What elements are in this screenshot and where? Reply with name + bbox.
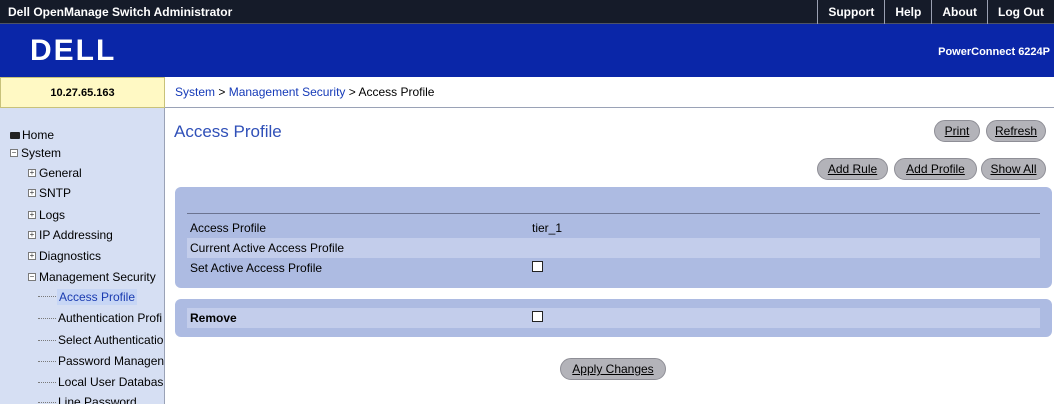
tree-item-system[interactable]: − System <box>10 146 61 160</box>
expand-icon[interactable]: + <box>28 231 36 239</box>
tree-item-authentication-profile[interactable]: Authentication Profi <box>58 311 162 325</box>
tree-connector <box>38 296 56 297</box>
set-active-checkbox[interactable] <box>532 261 543 272</box>
logout-link[interactable]: Log Out <box>987 0 1054 24</box>
remove-panel: Remove <box>175 299 1052 337</box>
dell-logo: DELL <box>30 34 117 67</box>
device-ip: 10.27.65.163 <box>0 77 165 108</box>
top-bar: Dell OpenManage Switch Administrator Sup… <box>0 0 1054 24</box>
remove-label: Remove <box>190 311 237 325</box>
help-link[interactable]: Help <box>884 0 931 24</box>
remove-checkbox[interactable] <box>532 311 543 322</box>
add-rule-button[interactable]: Add Rule <box>817 158 888 180</box>
tree-item-ip-addressing[interactable]: + IP Addressing <box>28 228 113 242</box>
app-title: Dell OpenManage Switch Administrator <box>8 5 233 19</box>
set-active-label: Set Active Access Profile <box>190 261 323 275</box>
home-icon <box>10 131 20 139</box>
collapse-icon[interactable]: − <box>10 149 18 157</box>
tree-connector <box>38 318 56 319</box>
breadcrumb-system[interactable]: System <box>175 85 215 99</box>
tree-item-access-profile[interactable]: Access Profile <box>57 289 138 305</box>
breadcrumb: System > Management Security > Access Pr… <box>165 77 1054 108</box>
tree-item-sntp[interactable]: + SNTP <box>28 186 71 200</box>
print-button[interactable]: Print <box>934 120 980 142</box>
expand-icon[interactable]: + <box>28 169 36 177</box>
main-content: Access Profile Print Refresh Add Rule Ad… <box>165 108 1054 404</box>
refresh-button[interactable]: Refresh <box>986 120 1046 142</box>
access-profile-row: Access Profile tier_1 <box>187 218 1040 238</box>
expand-icon[interactable]: + <box>28 189 36 197</box>
access-profile-panel: Access Profile tier_1 Current Active Acc… <box>175 187 1052 288</box>
breadcrumb-current: Access Profile <box>358 85 435 99</box>
show-all-button[interactable]: Show All <box>981 158 1046 180</box>
tree-connector <box>38 361 56 362</box>
top-nav: Support Help About Log Out <box>817 0 1054 24</box>
expand-icon[interactable]: + <box>28 211 36 219</box>
access-profile-value: tier_1 <box>532 221 563 235</box>
about-link[interactable]: About <box>931 0 987 24</box>
breadcrumb-separator: > <box>345 85 359 99</box>
tree-connector <box>38 382 56 383</box>
tree-connector <box>38 402 56 403</box>
tree-connector <box>38 340 56 341</box>
tree-item-local-user-database[interactable]: Local User Databas <box>58 375 163 389</box>
current-active-row: Current Active Access Profile <box>187 238 1040 258</box>
add-profile-button[interactable]: Add Profile <box>894 158 977 180</box>
tree-item-diagnostics[interactable]: + Diagnostics <box>28 249 101 263</box>
breadcrumb-separator: > <box>215 85 229 99</box>
set-active-row: Set Active Access Profile <box>187 258 1040 278</box>
tree-item-password-management[interactable]: Password Managen <box>58 354 164 368</box>
banner: DELL PowerConnect 6224P <box>0 24 1054 77</box>
collapse-icon[interactable]: − <box>28 273 36 281</box>
tree-item-management-security[interactable]: − Management Security <box>28 270 156 284</box>
page-title: Access Profile <box>174 122 282 141</box>
tree-item-line-password[interactable]: Line Password <box>58 395 137 404</box>
tree-item-home[interactable]: Home <box>10 128 54 142</box>
remove-row: Remove <box>187 308 1040 328</box>
sidebar-tree: Home − System + General + SNTP + Logs + IP Ad… <box>0 108 165 404</box>
current-active-label: Current Active Access Profile <box>190 241 345 255</box>
tree-item-select-authentication[interactable]: Select Authenticatio <box>58 333 163 347</box>
tree-item-logs[interactable]: + Logs <box>28 208 65 222</box>
access-profile-label: Access Profile <box>190 221 267 235</box>
panel-divider <box>187 213 1040 214</box>
apply-changes-button[interactable]: Apply Changes <box>560 358 666 380</box>
support-link[interactable]: Support <box>817 0 884 24</box>
tree-item-general[interactable]: + General <box>28 166 82 180</box>
breadcrumb-management-security[interactable]: Management Security <box>229 85 346 99</box>
device-model: PowerConnect 6224P <box>938 46 1050 58</box>
expand-icon[interactable]: + <box>28 252 36 260</box>
